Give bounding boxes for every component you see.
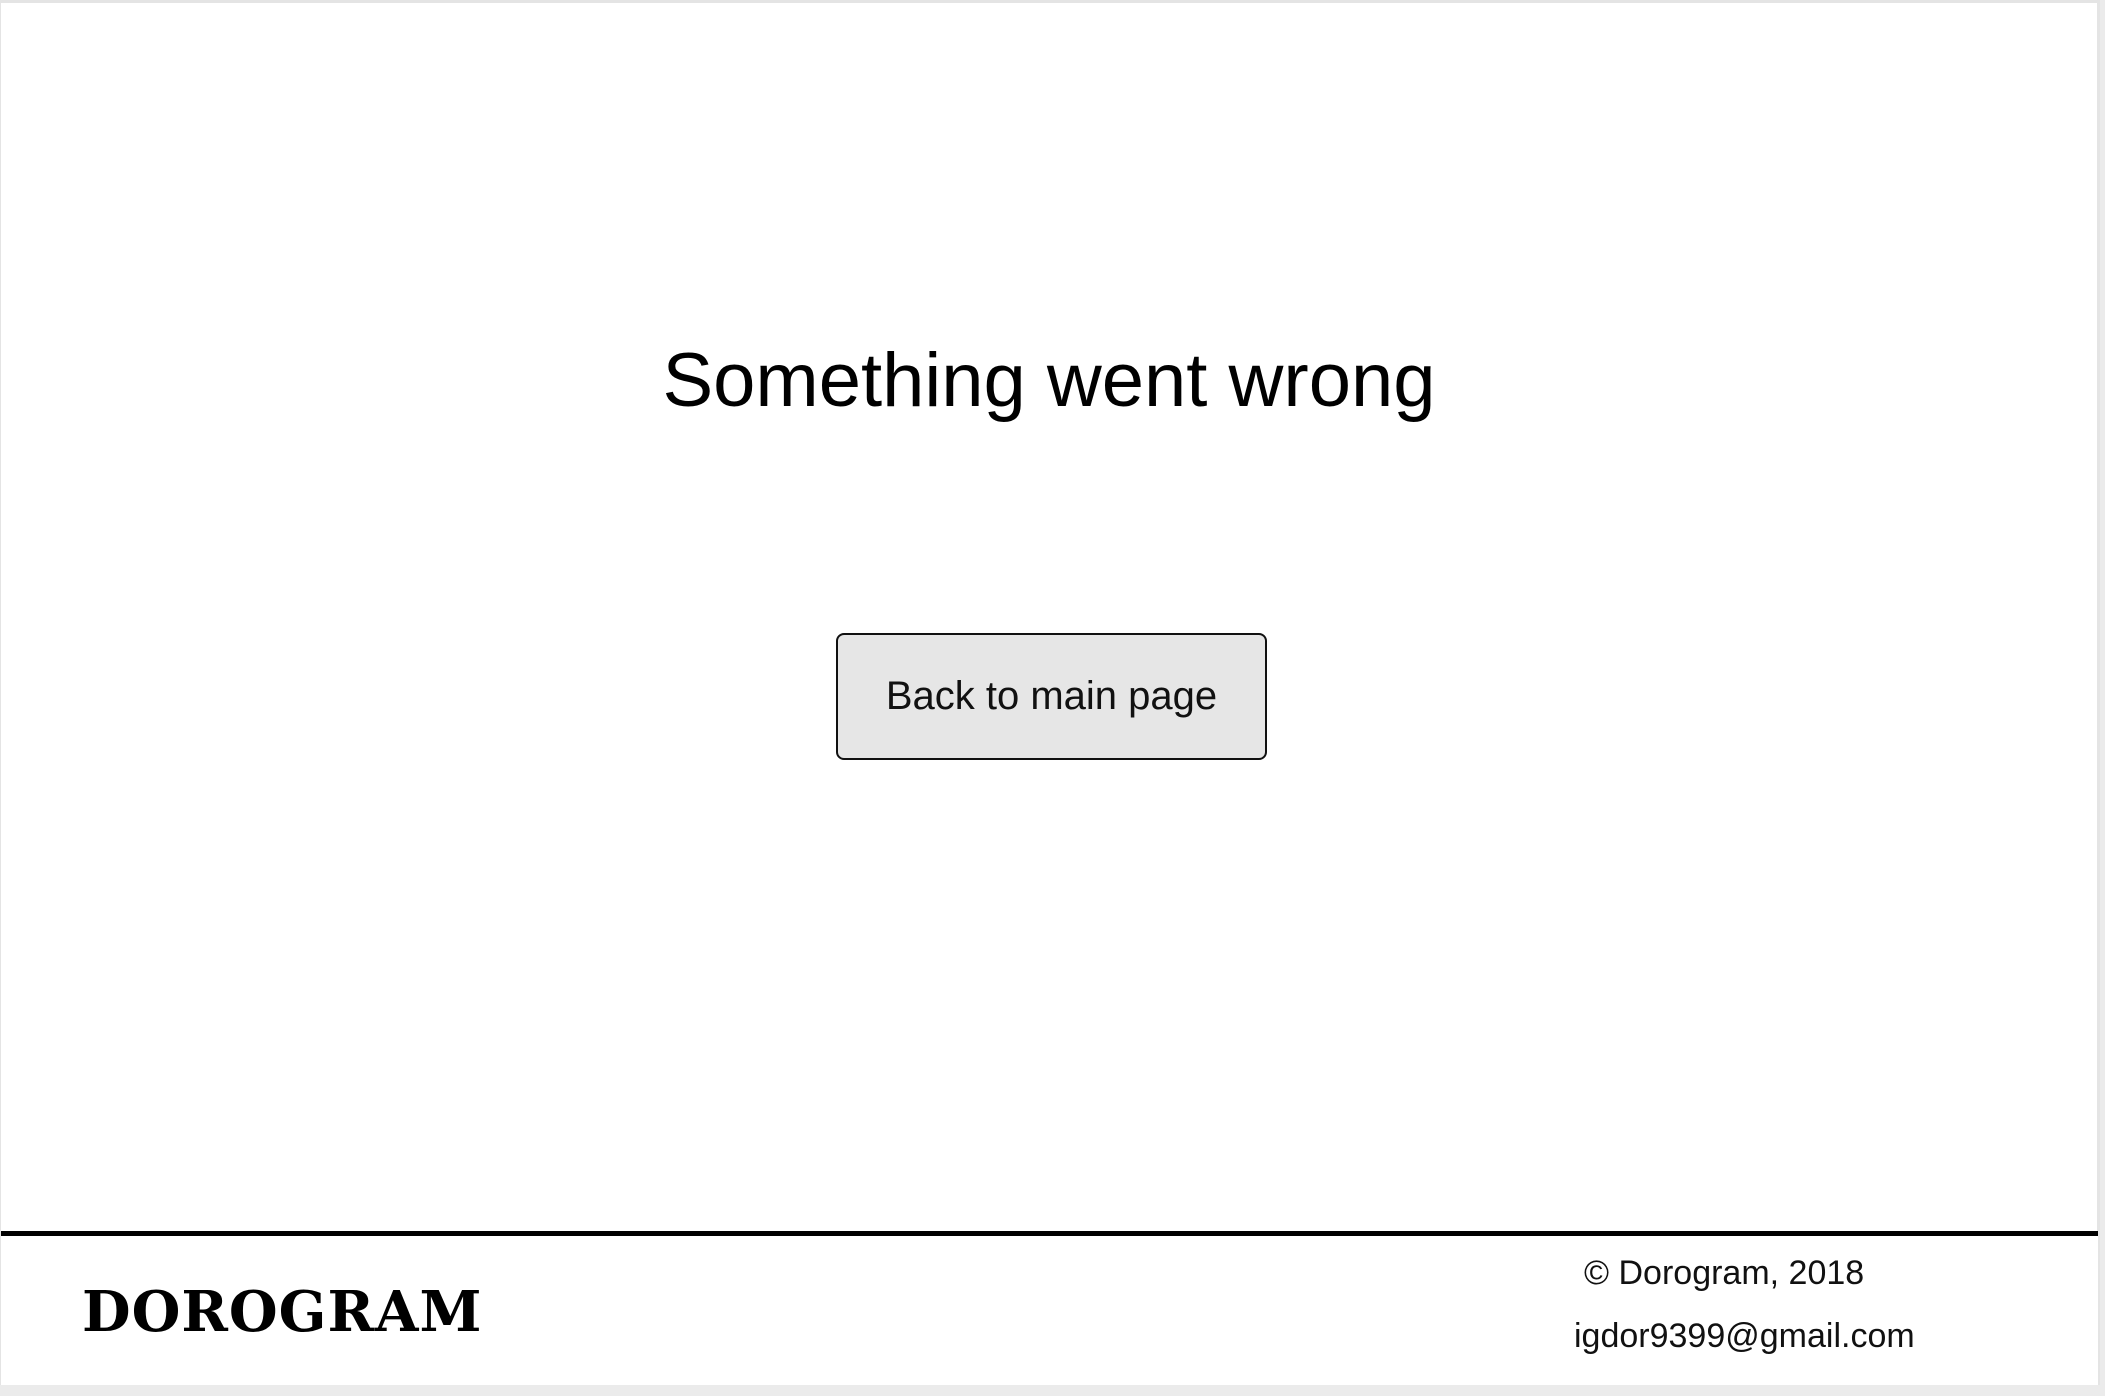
main-content: Something went wrong Back to main page	[1, 3, 2097, 1231]
back-to-main-page-button[interactable]: Back to main page	[836, 633, 1267, 760]
error-heading: Something went wrong	[662, 338, 1436, 423]
footer: DOROGRAM © Dorogram, 2018 igdor9399@gmai…	[1, 1231, 2098, 1385]
footer-copyright: © Dorogram, 2018	[1584, 1254, 1865, 1292]
footer-logo[interactable]: DOROGRAM	[82, 1280, 482, 1344]
page: Something went wrong Back to main page D…	[0, 0, 2100, 1385]
footer-email-link[interactable]: igdor9399@gmail.com	[1574, 1316, 1915, 1356]
